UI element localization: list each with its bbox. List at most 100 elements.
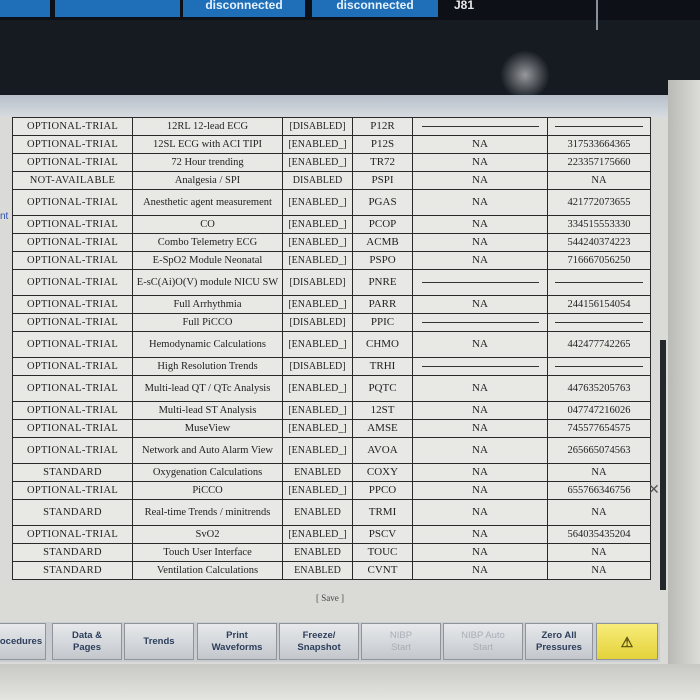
na-cell: NA xyxy=(412,525,548,544)
table-row: OPTIONAL-TRIAL 12RL 12-lead ECG [DISABLED]… xyxy=(12,117,651,136)
enabled-cell[interactable]: [DISABLED] xyxy=(282,269,353,296)
table-row: OPTIONAL-TRIAL Multi-lead QT / QTc Analys… xyxy=(12,375,651,402)
table-row: OPTIONAL-TRIAL SvO2 [ENABLED_] PSCV NA 564035… xyxy=(12,525,651,544)
table-row: OPTIONAL-TRIAL Hemodynamic Calculations [E… xyxy=(12,331,651,358)
table-row: STANDARD Oxygenation Calculations ENABLED C… xyxy=(12,463,651,482)
status-cell: OPTIONAL-TRIAL xyxy=(12,135,133,154)
data-pages-key[interactable]: Data & Pages xyxy=(52,623,122,660)
enabled-cell[interactable]: [DISABLED] xyxy=(282,117,353,136)
table-row: OPTIONAL-TRIAL Network and Auto Alarm Vie… xyxy=(12,437,651,464)
license-number-cell: NA xyxy=(547,463,651,482)
enabled-cell[interactable]: [ENABLED_] xyxy=(282,153,353,172)
monitor-bezel-bottom xyxy=(0,664,700,700)
status-cell: OPTIONAL-TRIAL xyxy=(12,189,133,216)
zero-all-pressures-key[interactable]: Zero All Pressures xyxy=(525,623,593,660)
code-cell: PARR xyxy=(352,295,413,314)
function-cell: 72 Hour trending xyxy=(132,153,283,172)
enabled-cell[interactable]: [ENABLED_] xyxy=(282,525,353,544)
blank-field xyxy=(421,126,539,127)
code-cell: CHMO xyxy=(352,331,413,358)
enabled-cell[interactable]: [DISABLED] xyxy=(282,357,353,376)
enabled-cell[interactable]: [ENABLED_] xyxy=(282,189,353,216)
nibp-auto-start-key[interactable]: NIBP Auto Start xyxy=(443,623,523,660)
enabled-cell[interactable]: ENABLED xyxy=(282,543,353,562)
function-cell: 12RL 12-lead ECG xyxy=(132,117,283,136)
enabled-cell[interactable]: [ENABLED_] xyxy=(282,375,353,402)
code-cell: COXY xyxy=(352,463,413,482)
license-number-cell: 244156154054 xyxy=(547,295,651,314)
enabled-cell[interactable]: [ENABLED_] xyxy=(282,401,353,420)
license-number-cell: 745577654575 xyxy=(547,419,651,438)
alarm-silence-key[interactable]: ⚠ xyxy=(596,623,658,660)
na-cell: NA xyxy=(412,543,548,562)
print-waveforms-key[interactable]: Print Waveforms xyxy=(197,623,277,660)
license-number-cell xyxy=(547,357,651,376)
na-cell xyxy=(412,269,548,296)
enabled-cell[interactable]: [ENABLED_] xyxy=(282,251,353,270)
top-tab-blank[interactable] xyxy=(55,0,180,17)
save-button[interactable]: [ Save ] xyxy=(300,593,360,605)
enabled-cell[interactable]: [ENABLED_] xyxy=(282,331,353,358)
enabled-cell[interactable]: DISABLED xyxy=(282,171,353,190)
status-cell: STANDARD xyxy=(12,543,133,562)
enabled-cell[interactable]: [ENABLED_] xyxy=(282,419,353,438)
nibp-start-key[interactable]: NIBP Start xyxy=(361,623,441,660)
procedures-key[interactable]: ocedures xyxy=(0,623,46,660)
status-cell: OPTIONAL-TRIAL xyxy=(12,251,133,270)
na-cell: NA xyxy=(412,375,548,402)
na-cell: NA xyxy=(412,171,548,190)
enabled-cell[interactable]: [ENABLED_] xyxy=(282,215,353,234)
screen-glare xyxy=(500,50,550,100)
table-row: STANDARD Touch User Interface ENABLED TOUC N… xyxy=(12,543,651,562)
status-cell: OPTIONAL-TRIAL xyxy=(12,525,133,544)
trends-key[interactable]: Trends xyxy=(124,623,194,660)
function-cell: PiCCO xyxy=(132,481,283,500)
license-number-cell: 447635205763 xyxy=(547,375,651,402)
function-cell: Full PiCCO xyxy=(132,313,283,332)
license-number-cell: 544240374223 xyxy=(547,233,651,252)
blank-field xyxy=(554,126,644,127)
enabled-cell[interactable]: [ENABLED_] xyxy=(282,135,353,154)
status-cell: OPTIONAL-TRIAL xyxy=(12,375,133,402)
status-cell: STANDARD xyxy=(12,463,133,482)
enabled-cell[interactable]: ENABLED xyxy=(282,561,353,580)
status-cell: OPTIONAL-TRIAL xyxy=(12,331,133,358)
status-cell: STANDARD xyxy=(12,561,133,580)
code-cell: PPCO xyxy=(352,481,413,500)
function-cell: Touch User Interface xyxy=(132,543,283,562)
code-cell: TOUC xyxy=(352,543,413,562)
status-cell: OPTIONAL-TRIAL xyxy=(12,295,133,314)
na-cell: NA xyxy=(412,153,548,172)
function-cell: MuseView xyxy=(132,419,283,438)
table-row: OPTIONAL-TRIAL Full Arrhythmia [ENABLED_] P… xyxy=(12,295,651,314)
license-number-cell: 223357175660 xyxy=(547,153,651,172)
license-number-cell: NA xyxy=(547,171,651,190)
enabled-cell[interactable]: [ENABLED_] xyxy=(282,481,353,500)
na-cell: NA xyxy=(412,401,548,420)
top-tab-disconnected-a[interactable]: disconnected xyxy=(183,0,305,17)
top-tab-left[interactable] xyxy=(0,0,50,17)
function-cell: Full Arrhythmia xyxy=(132,295,283,314)
vertical-scrollbar[interactable] xyxy=(660,340,666,590)
edge-text: nt xyxy=(0,211,9,222)
top-tab-disconnected-b[interactable]: disconnected xyxy=(312,0,438,17)
na-cell: NA xyxy=(412,463,548,482)
enabled-cell[interactable]: [ENABLED_] xyxy=(282,233,353,252)
function-cell: High Resolution Trends xyxy=(132,357,283,376)
code-cell: PGAS xyxy=(352,189,413,216)
code-cell: PSCV xyxy=(352,525,413,544)
license-number-cell xyxy=(547,117,651,136)
license-number-cell: 421772073655 xyxy=(547,189,651,216)
enabled-cell[interactable]: [ENABLED_] xyxy=(282,295,353,314)
enabled-cell[interactable]: ENABLED xyxy=(282,499,353,526)
freeze-snapshot-key[interactable]: Freeze/ Snapshot xyxy=(279,623,359,660)
function-cell: Ventilation Calculations xyxy=(132,561,283,580)
status-cell: OPTIONAL-TRIAL xyxy=(12,215,133,234)
code-cell: PNRE xyxy=(352,269,413,296)
enabled-cell[interactable]: [DISABLED] xyxy=(282,313,353,332)
enabled-cell[interactable]: ENABLED xyxy=(282,463,353,482)
close-icon[interactable]: ✕ xyxy=(648,482,662,496)
enabled-cell[interactable]: [ENABLED_] xyxy=(282,437,353,464)
table-row: STANDARD Ventilation Calculations ENABLED C… xyxy=(12,561,651,580)
table-row: OPTIONAL-TRIAL CO [ENABLED_] PCOP NA 33451555… xyxy=(12,215,651,234)
